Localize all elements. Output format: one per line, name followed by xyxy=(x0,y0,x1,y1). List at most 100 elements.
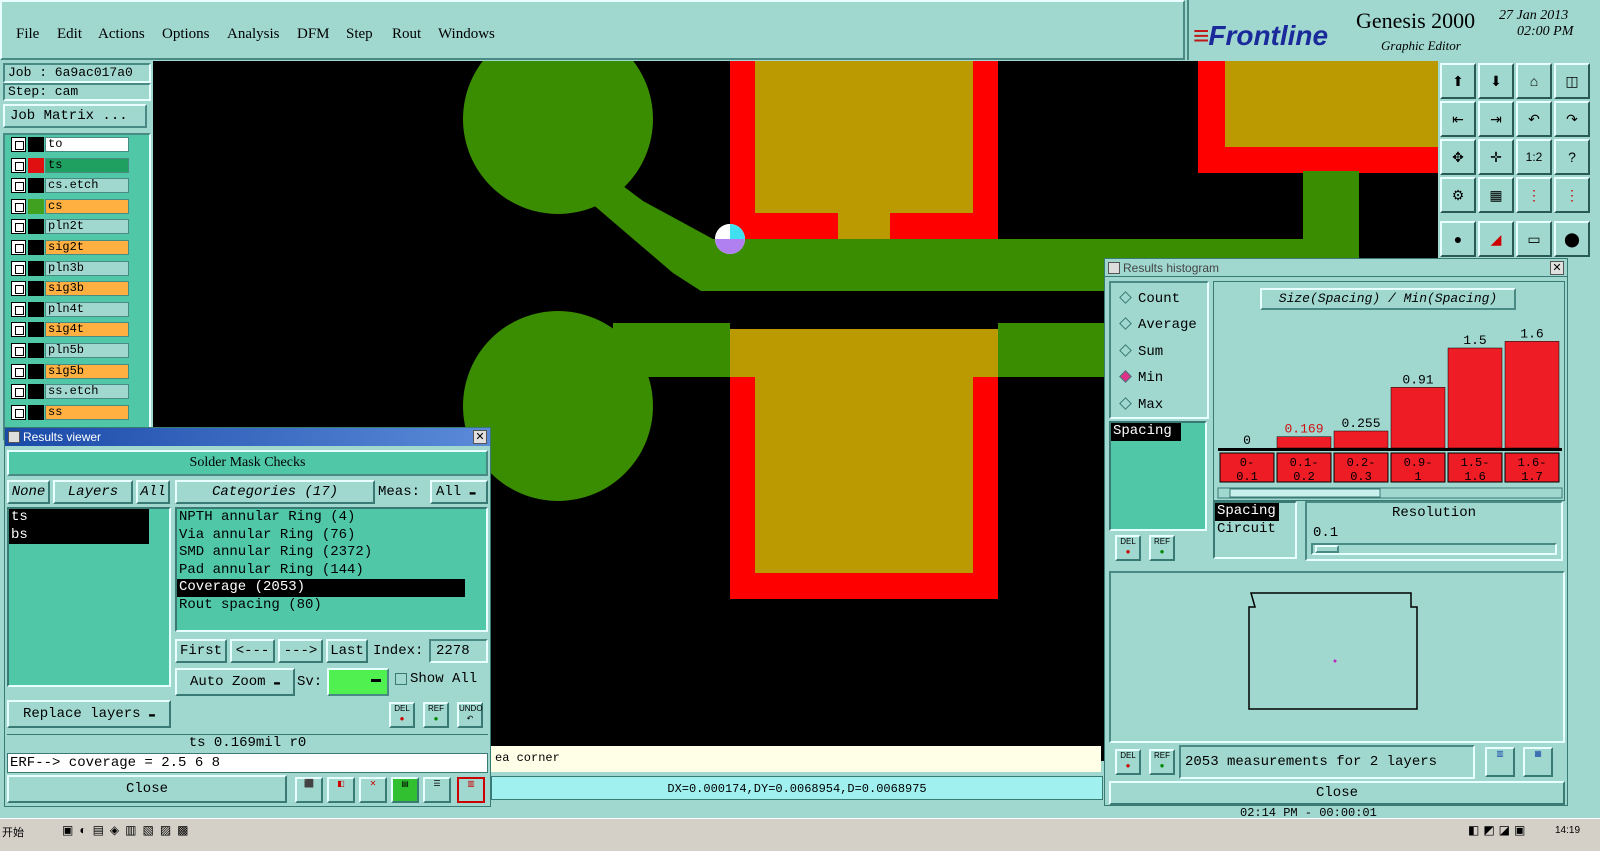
histogram-titlebar[interactable]: Results histogram ✕ xyxy=(1105,259,1567,277)
layer-name[interactable]: pln5b xyxy=(45,343,129,358)
notes-icon[interactable]: ☰ xyxy=(423,777,451,803)
layer-row[interactable]: sig2t xyxy=(11,240,129,257)
layer-checkbox[interactable] xyxy=(11,219,26,235)
layer-checkbox[interactable] xyxy=(11,384,26,400)
undo-icon[interactable]: UNDO ↶ xyxy=(457,702,483,728)
layer-checkbox[interactable] xyxy=(11,301,26,317)
option-average[interactable]: Average xyxy=(1119,317,1197,333)
layer-row[interactable]: pln3b xyxy=(11,260,129,278)
layer-checkbox[interactable] xyxy=(11,240,26,255)
option-count[interactable]: Count xyxy=(1119,291,1180,307)
upload-icon[interactable]: ⬆ xyxy=(1440,63,1476,99)
left-icon[interactable]: ⇤ xyxy=(1440,101,1476,137)
del-icon[interactable]: DEL ● xyxy=(389,702,415,728)
histogram-icon[interactable]: ▥ xyxy=(457,777,485,803)
layer-color-swatch[interactable] xyxy=(28,322,44,338)
auto-zoom-dropdown[interactable]: Auto Zoom ▬ xyxy=(175,668,295,696)
results-viewer-titlebar[interactable]: Results viewer ✕ xyxy=(5,428,490,446)
layer-color-swatch[interactable] xyxy=(28,137,44,152)
option-min[interactable]: Min xyxy=(1119,370,1163,386)
layer-row[interactable]: sig4t xyxy=(11,322,129,339)
histogram-bar[interactable] xyxy=(1390,387,1446,449)
close-button[interactable]: Close xyxy=(7,775,287,803)
menu-step[interactable]: Step xyxy=(346,26,373,43)
layer-color-swatch[interactable] xyxy=(28,343,44,358)
download-icon[interactable]: ⬇ xyxy=(1478,63,1514,99)
layer-row[interactable]: ss xyxy=(11,404,129,422)
layer-row[interactable]: ts xyxy=(11,157,129,175)
layer-checkbox[interactable] xyxy=(11,137,26,152)
layer-name[interactable]: ts xyxy=(45,157,129,173)
ref-icon[interactable]: REF ● xyxy=(423,702,449,728)
category-item[interactable]: Pad annular Ring (144) xyxy=(177,562,486,580)
none-button[interactable]: None xyxy=(7,480,50,504)
list-item[interactable]: Circuit xyxy=(1215,521,1295,539)
show-all-checkbox[interactable] xyxy=(395,673,407,685)
list-item[interactable]: Spacing xyxy=(1215,503,1279,521)
del-icon[interactable]: DEL ● xyxy=(1115,749,1141,775)
layer-name[interactable]: sig3b xyxy=(45,281,129,297)
measure-type-list[interactable]: Spacing xyxy=(1109,421,1207,531)
menu-windows[interactable]: Windows xyxy=(438,26,495,43)
prev-button[interactable]: <--- xyxy=(230,639,275,663)
layer-checkbox[interactable] xyxy=(11,157,26,173)
layer-color-swatch[interactable] xyxy=(28,404,44,420)
snap-icon[interactable]: ● xyxy=(1440,221,1476,257)
list-item[interactable]: Spacing xyxy=(1111,423,1181,441)
last-button[interactable]: Last xyxy=(326,639,368,663)
option-sum[interactable]: Sum xyxy=(1119,344,1163,360)
layers-button[interactable]: Layers xyxy=(53,480,133,504)
group-list[interactable]: Spacing Circuit xyxy=(1213,501,1297,559)
layer-color-swatch[interactable] xyxy=(28,260,44,276)
scale-icon[interactable]: 1:2 xyxy=(1516,139,1552,175)
layer-name[interactable]: sig5b xyxy=(45,363,129,379)
menu-options[interactable]: Options xyxy=(162,26,210,43)
undo-icon[interactable]: ↶ xyxy=(1516,101,1552,137)
layer-row[interactable]: cs xyxy=(11,198,129,216)
layer-name[interactable]: ss.etch xyxy=(45,384,129,400)
category-item[interactable]: SMD annular Ring (2372) xyxy=(177,544,486,562)
layer-name[interactable]: cs xyxy=(45,198,129,214)
layer-checkbox[interactable] xyxy=(11,260,26,276)
layer-name[interactable]: ss xyxy=(45,404,129,420)
histogram-bar[interactable] xyxy=(1333,430,1389,449)
first-button[interactable]: First xyxy=(175,639,227,663)
layer-color-swatch[interactable] xyxy=(28,281,44,297)
layer-row[interactable]: sig5b xyxy=(11,363,129,381)
category-item[interactable]: Via annular Ring (76) xyxy=(177,527,486,545)
del-icon[interactable]: DEL ● xyxy=(1115,535,1141,561)
tray-icons[interactable]: ◧◩◪▣ xyxy=(1468,823,1529,837)
categories-button[interactable]: Categories (17) xyxy=(175,480,375,504)
layer-checkbox[interactable] xyxy=(11,198,26,214)
info-icon[interactable]: ⬛ xyxy=(295,777,323,803)
histogram-bar[interactable] xyxy=(1504,341,1560,449)
layer-row[interactable]: to xyxy=(11,137,129,154)
job-matrix-button[interactable]: Job Matrix ... xyxy=(3,104,147,128)
ref-icon[interactable]: REF ● xyxy=(1149,749,1175,775)
result-layer-list[interactable]: ts bs xyxy=(7,507,171,687)
histogram-bar[interactable] xyxy=(1447,347,1503,449)
scrollbar-thumb[interactable] xyxy=(1229,488,1381,498)
category-item[interactable]: Coverage (2053) xyxy=(177,579,465,597)
layer-name[interactable]: sig2t xyxy=(45,240,129,255)
grid-toggle-icon[interactable]: ▤ xyxy=(391,777,419,803)
redo-icon[interactable]: ↷ xyxy=(1554,101,1590,137)
list-item[interactable]: bs xyxy=(9,526,149,544)
home-icon[interactable]: ⌂ xyxy=(1516,63,1552,99)
window-icon[interactable]: ◫ xyxy=(1554,63,1590,99)
right-icon[interactable]: ⇥ xyxy=(1478,101,1514,137)
chart-export-icon[interactable]: ▥ xyxy=(1485,747,1515,777)
severity-dropdown[interactable]: ▬ xyxy=(327,668,389,696)
layer-name[interactable]: cs.etch xyxy=(45,178,129,194)
zoom-fit-icon[interactable]: ✥ xyxy=(1440,139,1476,175)
layer-checkbox[interactable] xyxy=(11,281,26,297)
replace-layers-dropdown[interactable]: Replace layers ▬ xyxy=(7,700,171,728)
pan-icon[interactable]: ✛ xyxy=(1478,139,1514,175)
start-button[interactable]: 开始 xyxy=(2,824,24,840)
layer-checkbox[interactable] xyxy=(11,322,26,338)
chart-settings-icon[interactable]: ▦ xyxy=(1523,747,1553,777)
index-field[interactable]: 2278 xyxy=(429,639,488,663)
category-item[interactable]: NPTH annular Ring (4) xyxy=(177,509,486,527)
all-button[interactable]: All xyxy=(136,480,170,504)
layer-row[interactable]: sig3b xyxy=(11,281,129,298)
